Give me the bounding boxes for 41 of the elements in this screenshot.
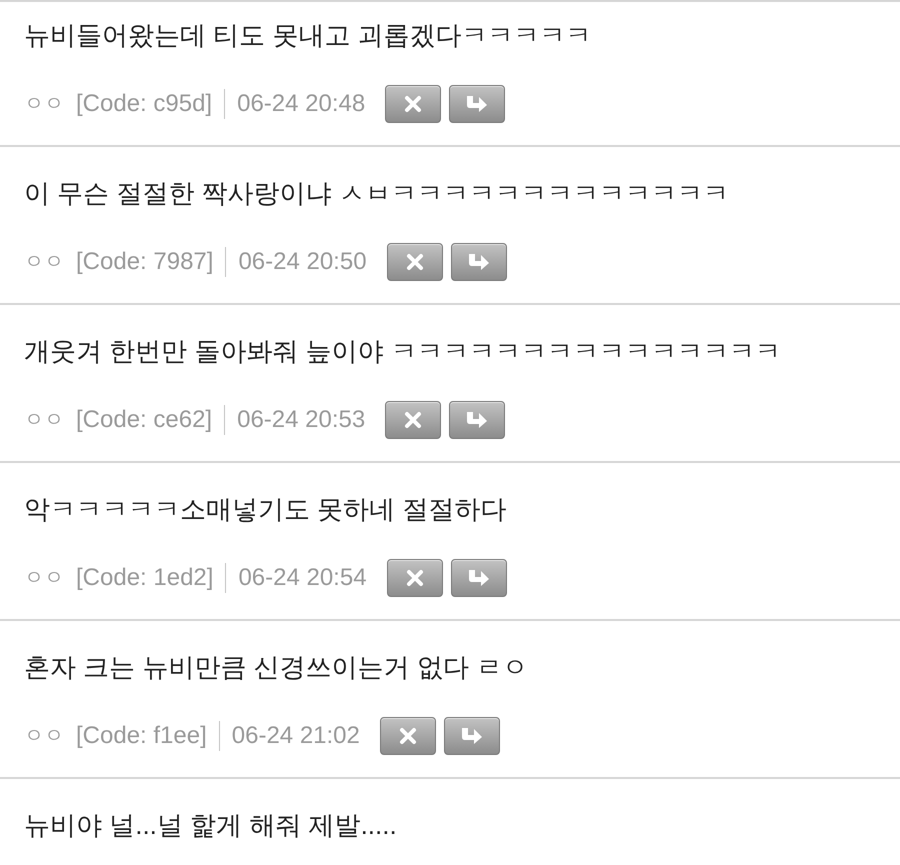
author-name: ㅇㅇ [24,566,64,591]
hook-arrow-icon [460,727,483,745]
delete-button[interactable] [380,717,436,755]
user-code: [Code: 7987] [76,247,214,277]
hook-arrow-icon [466,95,488,113]
close-icon [403,410,424,430]
reply-button[interactable] [450,243,507,281]
delete-button[interactable] [385,401,442,439]
delete-button[interactable] [386,243,443,281]
timestamp: 06-24 20:48 [237,89,366,119]
timestamp: 06-24 20:50 [238,247,367,277]
user-code: [Code: f1ee] [76,721,207,751]
delete-button[interactable] [385,85,442,123]
close-icon [403,94,424,114]
close-icon [404,568,425,588]
author-name: ㅇㅇ [24,92,64,117]
hook-arrow-icon [468,569,490,587]
comment-text: 뉴비들어왔는데 티도 못내고 괴롭겠다ㅋㅋㅋㅋㅋ [24,19,592,52]
comment-text: 뉴비야 널...널 핥게 해줘 제발..... [24,809,397,842]
comment-text: 악ㅋㅋㅋㅋㅋ소매넣기도 못하네 절절하다 [24,493,506,526]
reply-button[interactable] [450,559,507,597]
comment-text: 혼자 크는 뉴비만큼 신경쓰이는거 없다 ㄹㅇ [24,651,528,684]
reply-button[interactable] [449,85,506,123]
timestamp: 06-24 20:53 [237,405,366,435]
hook-arrow-icon [468,253,490,271]
close-icon [398,726,418,746]
delete-button[interactable] [386,559,443,597]
comment-text: 이 무슨 절절한 짝사랑이냐 ㅅㅂㅋㅋㅋㅋㅋㅋㅋㅋㅋㅋㅋㅋㅋ [24,177,729,210]
user-code: [Code: ce62] [76,405,212,435]
comment-text: 개웃겨 한번만 돌아봐줘 늪이야 ㅋㅋㅋㅋㅋㅋㅋㅋㅋㅋㅋㅋㅋㅋㅋ [24,335,781,368]
author-name: ㅇㅇ [24,250,64,275]
reply-button[interactable] [444,717,500,755]
author-name: ㅇㅇ [24,724,64,749]
user-code: [Code: 1ed2] [76,563,214,593]
timestamp: 06-24 20:54 [238,563,367,593]
reply-button[interactable] [449,401,506,439]
timestamp: 06-24 21:02 [232,721,360,751]
author-name: ㅇㅇ [24,408,64,433]
user-code: [Code: c95d] [76,89,212,119]
hook-arrow-icon [466,411,488,429]
close-icon [404,252,425,272]
